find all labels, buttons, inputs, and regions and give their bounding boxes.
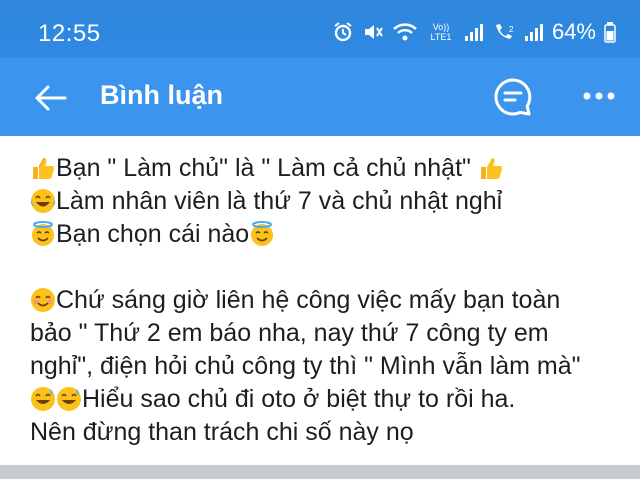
post-line-text: Bạn " Làm chủ" là " Làm cả chủ nhật": [56, 154, 478, 182]
post-line-5: bảo " Thứ 2 em báo nha, nay thứ 7 công t…: [30, 317, 630, 350]
post-line-4: Chứ sáng giờ liên hệ công việc mấy bạn t…: [30, 284, 630, 317]
post-line-text: Hiểu sao chủ đi oto ở biệt thự to rồi ha…: [82, 385, 516, 413]
arrow-left-icon: [35, 85, 67, 111]
wifi-icon: [392, 21, 418, 43]
post-line-6: nghỉ", điện hỏi chủ công ty thì " Mình v…: [30, 350, 630, 383]
status-time: 12:55: [38, 20, 101, 47]
lte-label: Vo)) LTE1: [430, 22, 452, 42]
thumbs-up-icon: [33, 157, 55, 179]
post-line-text: nghỉ", điện hỏi chủ công ty thì " Mình v…: [30, 352, 581, 380]
status-icons: Vo)) LTE1 2 64%: [332, 18, 616, 46]
grinning-face-with-sweat-icon: [31, 387, 55, 411]
wifi-calling-icon: 2: [492, 21, 516, 43]
post-line-text: Làm nhân viên là thứ 7 và chủ nhật nghỉ: [56, 187, 503, 215]
post-line-text: Chứ sáng giờ liên hệ công việc mấy bạn t…: [56, 286, 561, 314]
battery-icon: [604, 21, 616, 43]
battery-percent: 64%: [551, 19, 596, 44]
post-line-text: bảo " Thứ 2 em báo nha, nay thứ 7 công t…: [30, 319, 549, 347]
mute-icon: [362, 21, 384, 43]
bottom-edge: [0, 465, 640, 479]
post-content: Bạn " Làm chủ" là " Làm cả chủ nhật" Làm…: [30, 152, 630, 449]
lte-icon: Vo)) LTE1: [426, 22, 456, 42]
face-with-tears-of-joy-icon: [30, 189, 56, 213]
status-bar: 12:55 Vo)) LTE1 2 64%: [0, 0, 640, 58]
post-line-2: Làm nhân viên là thứ 7 và chủ nhật nghỉ: [30, 185, 630, 218]
smiling-face-icon: [31, 288, 55, 312]
post-line-8: Nên đừng than trách chi số này nọ: [30, 416, 630, 449]
post-line-text: Nên đừng than trách chi số này nọ: [30, 418, 414, 446]
page-title: Bình luận: [100, 80, 223, 110]
svg-text:2: 2: [509, 25, 514, 34]
chat-bubble-icon: [494, 78, 532, 116]
post-line-3: Bạn chọn cái nào: [30, 218, 630, 251]
back-button[interactable]: [28, 78, 72, 118]
signal-icon-2: [524, 22, 544, 42]
app-bar: Bình luận: [0, 58, 640, 136]
messenger-button[interactable]: [490, 74, 536, 120]
thumbs-up-icon: [480, 158, 502, 179]
more-horizontal-icon: [583, 92, 615, 100]
grinning-face-with-sweat-icon: [57, 387, 81, 411]
alarm-icon: [332, 21, 354, 43]
more-options-button[interactable]: [574, 76, 624, 116]
post-line-1: Bạn " Làm chủ" là " Làm cả chủ nhật": [30, 152, 630, 185]
signal-icon-1: [464, 22, 484, 42]
smiling-face-with-halo-icon: [251, 221, 274, 246]
post-line-text: Bạn chọn cái nào: [56, 220, 250, 248]
smiling-face-with-halo-icon: [32, 221, 54, 246]
post-line-7: Hiểu sao chủ đi oto ở biệt thự to rồi ha…: [30, 383, 630, 416]
